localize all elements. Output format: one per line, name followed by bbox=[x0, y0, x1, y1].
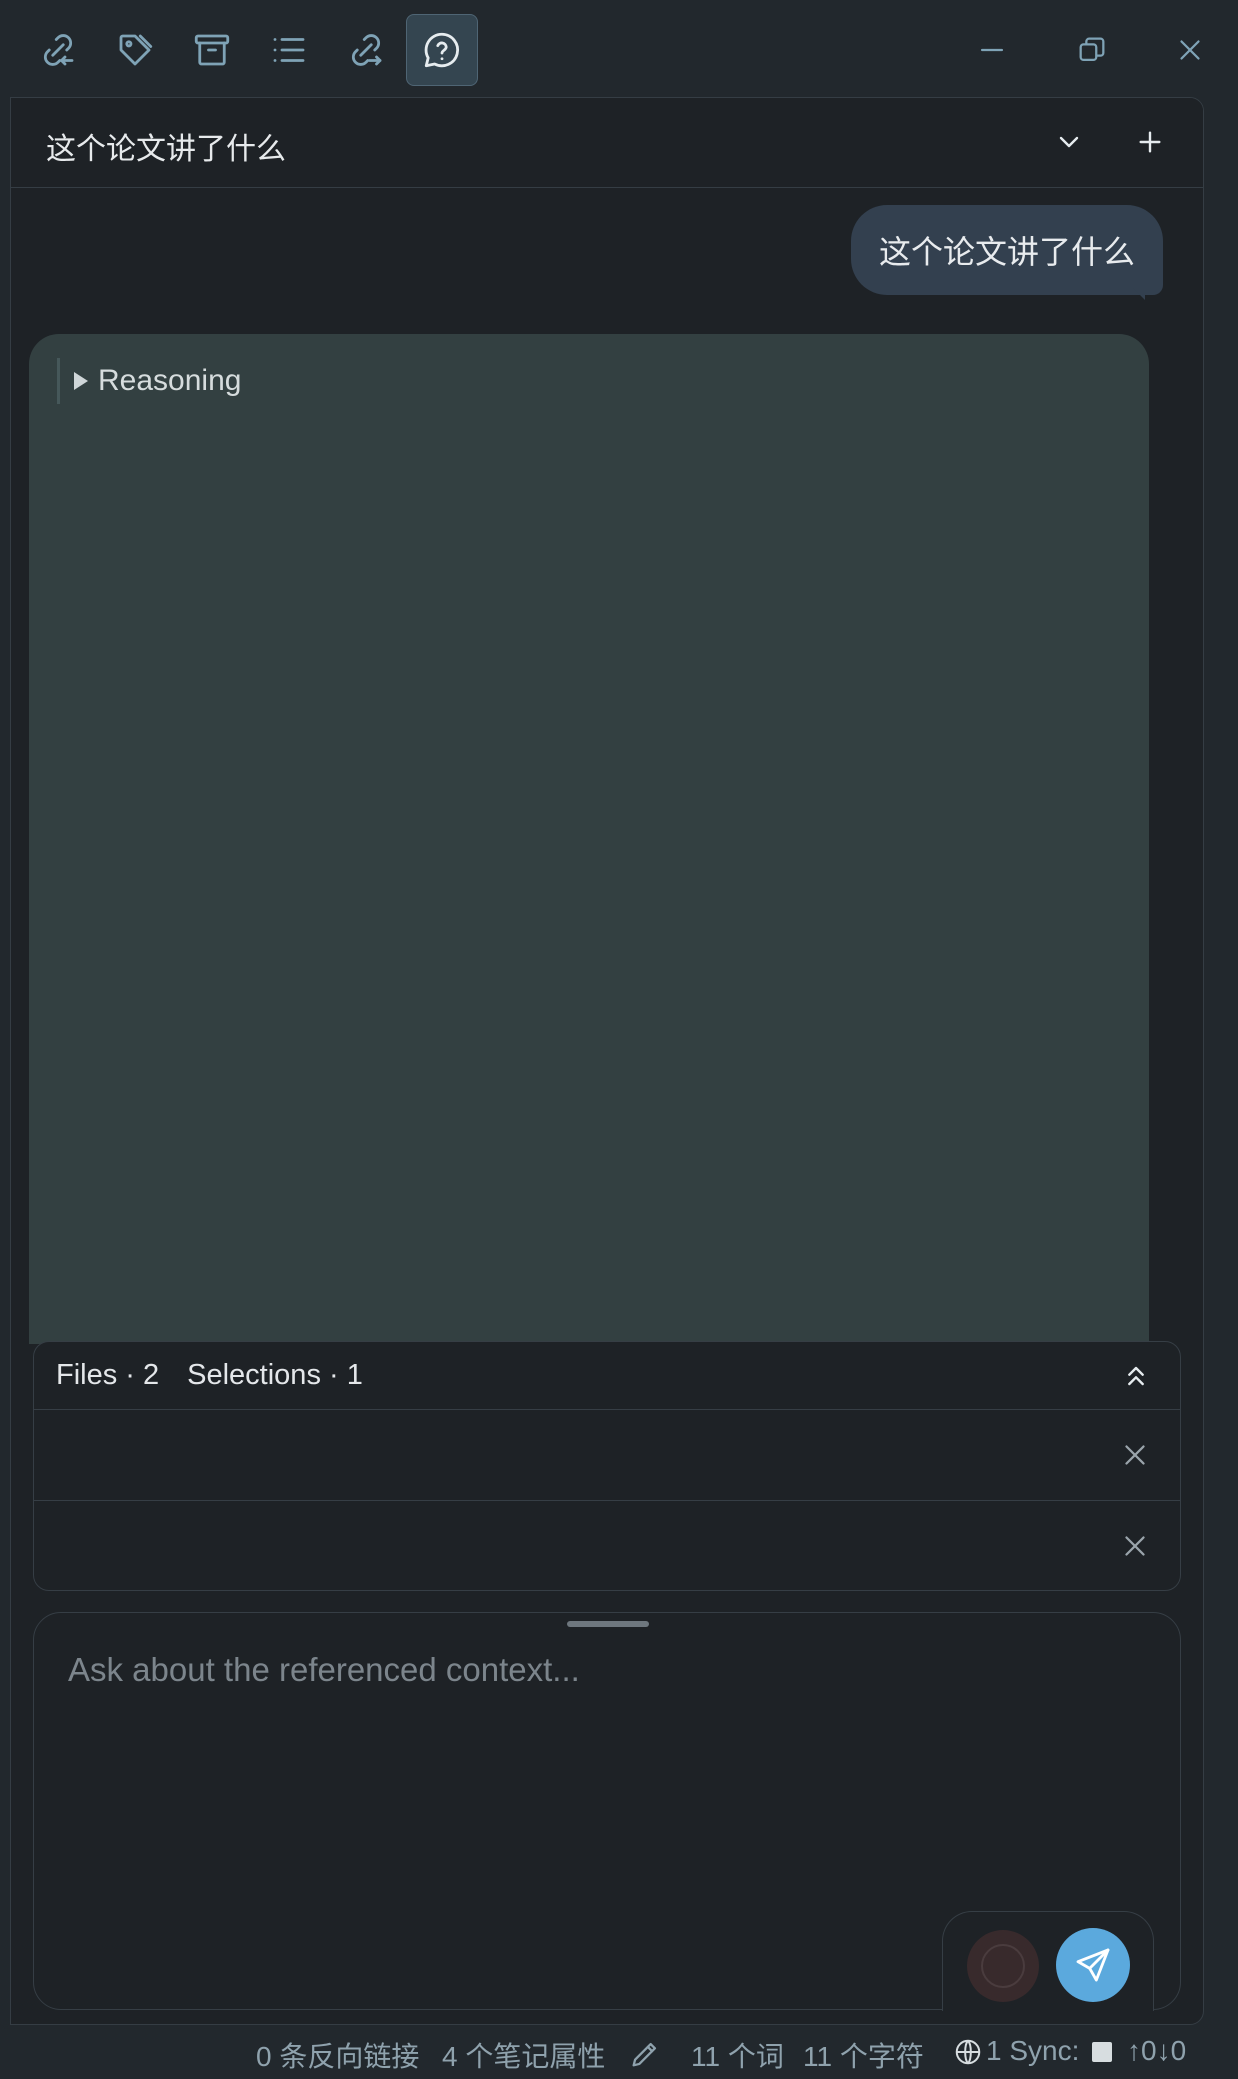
record-button[interactable] bbox=[967, 1930, 1039, 2002]
outline-list-icon[interactable] bbox=[253, 14, 325, 86]
sync-arrows: ↑0↓0 bbox=[1127, 2035, 1187, 2066]
files-count: Files · 2 bbox=[56, 1359, 160, 1391]
selections-count: Selections · 1 bbox=[187, 1359, 363, 1391]
outgoing-link-icon[interactable] bbox=[330, 14, 402, 86]
remove-context-button[interactable] bbox=[1116, 1436, 1154, 1474]
chat-title: 这个论文讲了什么 bbox=[46, 133, 286, 166]
archive-icon[interactable] bbox=[176, 14, 248, 86]
properties-count[interactable]: 4 个笔记属性 bbox=[442, 2035, 605, 2075]
send-button[interactable] bbox=[1056, 1928, 1130, 2002]
pencil-icon[interactable] bbox=[628, 2037, 662, 2071]
close-icon[interactable] bbox=[1154, 14, 1226, 86]
remove-context-button[interactable] bbox=[1116, 1527, 1154, 1565]
user-message-text: 这个论文讲了什么 bbox=[878, 234, 1135, 270]
char-count: 11 个字符 bbox=[803, 2041, 924, 2072]
reasoning-toggle[interactable]: Reasoning bbox=[57, 358, 241, 404]
collapse-context-button[interactable] bbox=[1116, 1356, 1156, 1396]
chat-header: 这个论文讲了什么 bbox=[11, 98, 1203, 188]
close-icon bbox=[1125, 1536, 1145, 1556]
minimize-icon[interactable] bbox=[956, 14, 1028, 86]
send-icon bbox=[1076, 1948, 1110, 1982]
sync-status[interactable]: 1 Sync: bbox=[986, 2035, 1079, 2067]
restore-icon[interactable] bbox=[1056, 14, 1128, 86]
backlinks-count[interactable]: 0 条反向链接 bbox=[256, 2035, 419, 2075]
context-item bbox=[34, 1501, 1180, 1590]
context-item bbox=[34, 1410, 1180, 1501]
reasoning-label: Reasoning bbox=[98, 364, 242, 397]
plus-icon bbox=[1139, 131, 1161, 153]
globe-icon[interactable] bbox=[953, 2037, 983, 2067]
triangle-right-icon bbox=[74, 372, 88, 390]
resize-handle[interactable] bbox=[567, 1621, 649, 1627]
chat-help-icon[interactable] bbox=[406, 14, 478, 86]
message-composer bbox=[33, 1612, 1181, 2011]
assistant-message-card: Reasoning bbox=[29, 334, 1149, 1344]
record-icon bbox=[981, 1944, 1025, 1988]
chat-history-dropdown[interactable] bbox=[1041, 114, 1097, 170]
backlink-icon[interactable] bbox=[22, 14, 94, 86]
sync-square-icon bbox=[1092, 2042, 1112, 2062]
status-bar: 0 条反向链接 4 个笔记属性 11 个词 11 个字符 1 Sync: ↑0↓… bbox=[0, 2025, 1238, 2079]
chevron-down-icon bbox=[1059, 136, 1079, 148]
new-chat-button[interactable] bbox=[1122, 114, 1178, 170]
context-summary: Files · 2 Selections · 1 bbox=[34, 1342, 1180, 1410]
chevrons-up-icon bbox=[1128, 1366, 1144, 1386]
chat-panel: 这个论文讲了什么 这个论文讲了什么 Reasoning Files · 2 Se… bbox=[10, 97, 1204, 2025]
chat-input[interactable] bbox=[68, 1651, 1138, 1851]
context-attachments: Files · 2 Selections · 1 bbox=[33, 1341, 1181, 1591]
composer-actions bbox=[942, 1911, 1154, 2011]
close-icon bbox=[1125, 1445, 1145, 1465]
bubble-tail bbox=[1133, 288, 1145, 300]
top-toolbar bbox=[0, 0, 1238, 98]
tag-icon[interactable] bbox=[99, 14, 171, 86]
word-count: 11 个词 bbox=[691, 2041, 784, 2072]
user-message-bubble: 这个论文讲了什么 bbox=[850, 205, 1163, 295]
